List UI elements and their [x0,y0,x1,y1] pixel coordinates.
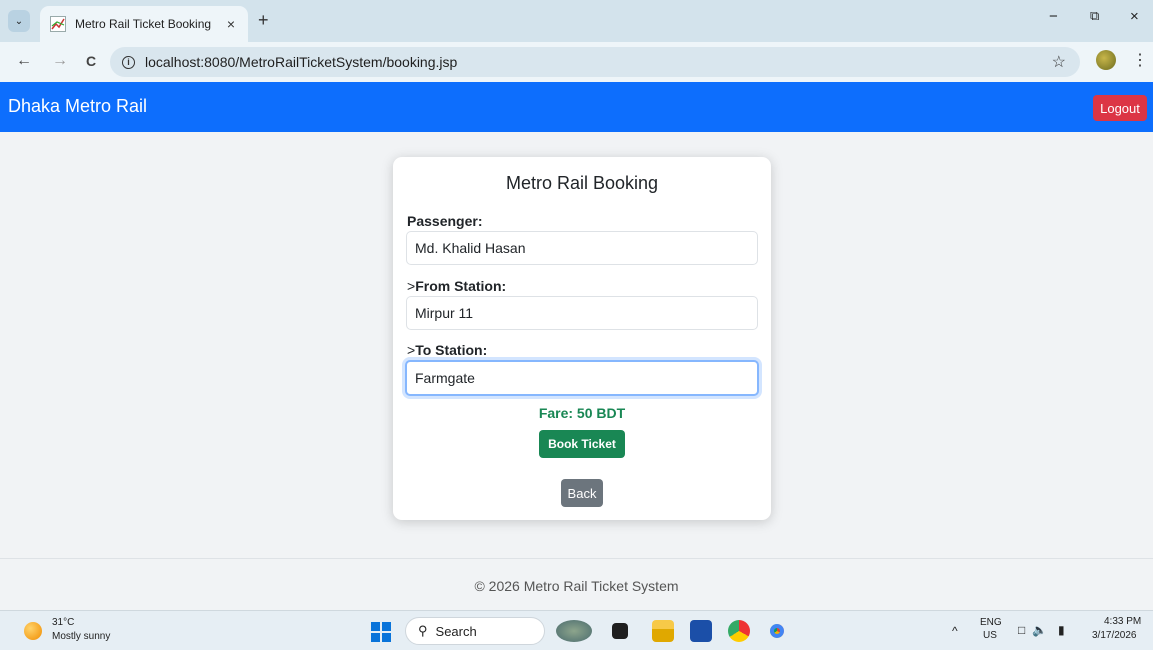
restore-button[interactable]: ⧉ [1090,8,1099,24]
tray-chevron-icon[interactable]: ^ [952,624,958,638]
back-button[interactable]: Back [561,479,603,507]
profile-avatar[interactable] [1096,50,1116,70]
browser-toolbar: ← → C i localhost:8080/MetroRailTicketSy… [0,42,1153,82]
clock-date[interactable]: 3/17/2026 [1092,630,1137,641]
logout-button[interactable]: Logout [1093,95,1147,121]
task-view-icon[interactable] [612,623,628,639]
network-icon[interactable]: □ [1018,623,1025,637]
language-bottom[interactable]: US [983,630,997,641]
browser-tab-strip: ⌄ Metro Rail Ticket Booking × + − ⧉ × [0,0,1153,42]
windows-start-icon[interactable] [371,622,391,642]
book-ticket-button[interactable]: Book Ticket [539,430,625,458]
weather-description: Mostly sunny [52,631,111,642]
weather-temperature: 31°C [52,617,75,628]
bookmark-star-icon[interactable]: ☆ [1052,52,1066,72]
language-top[interactable]: ENG [980,617,1002,628]
weather-sun-icon[interactable] [24,622,42,640]
file-explorer-icon[interactable] [652,620,674,642]
minimize-button[interactable]: − [1049,8,1058,25]
navbar-brand[interactable]: Dhaka Metro Rail [8,96,147,117]
taskbar-search-label: Search [435,623,477,639]
new-tab-button[interactable]: + [258,10,269,31]
favicon-icon [50,16,66,32]
reload-icon[interactable]: C [86,53,96,69]
to-station-input[interactable] [405,360,759,396]
colorful-app-icon[interactable] [728,620,750,642]
site-info-icon[interactable]: i [122,55,135,69]
fare-text: Fare: 50 BDT [538,405,626,421]
chevron-down-icon: ⌄ [14,15,24,27]
passenger-input[interactable] [406,231,758,265]
booking-card: Metro Rail Booking Passenger: >From Stat… [393,157,771,520]
browser-tab[interactable]: Metro Rail Ticket Booking × [40,6,248,42]
microsoft-store-icon[interactable] [690,620,712,642]
from-prefix: > [407,278,416,294]
to-station-label-text: To Station: [415,342,488,358]
tab-search-button[interactable]: ⌄ [8,10,30,32]
footer-copyright: © 2026 Metro Rail Ticket System [474,578,679,594]
tab-title: Metro Rail Ticket Booking [75,17,212,31]
to-prefix: > [407,342,416,358]
from-station-label: >From Station: [407,278,506,294]
close-window-button[interactable]: × [1130,8,1139,25]
card-title: Metro Rail Booking [505,173,659,193]
from-station-label-text: From Station: [415,278,507,294]
search-icon: ⚲ [418,623,428,638]
to-station-label: >To Station: [407,342,487,358]
app-navbar: Dhaka Metro Rail Logout [0,82,1153,132]
battery-icon[interactable]: ▮ [1058,623,1065,637]
url-text: localhost:8080/MetroRailTicketSystem/boo… [145,54,458,70]
from-station-input[interactable] [406,296,758,330]
chrome-icon[interactable] [766,620,788,642]
taskbar-search[interactable]: ⚲ Search [405,617,545,645]
taskbar-app-widget-icon[interactable] [556,620,592,642]
windows-taskbar: 31°C Mostly sunny ⚲ Search ^ ENG US □ 🔈 … [0,610,1153,650]
browser-menu-icon[interactable]: ⋮ [1132,50,1148,70]
forward-arrow-icon[interactable]: → [52,52,68,70]
clock-time[interactable]: 4:33 PM [1104,616,1141,627]
tab-close-icon[interactable]: × [222,16,240,32]
address-bar[interactable]: i localhost:8080/MetroRailTicketSystem/b… [110,47,1080,77]
passenger-label: Passenger: [407,213,483,229]
back-arrow-icon[interactable]: ← [16,52,32,70]
volume-icon[interactable]: 🔈 [1032,623,1047,637]
page-footer: © 2026 Metro Rail Ticket System [0,558,1153,610]
